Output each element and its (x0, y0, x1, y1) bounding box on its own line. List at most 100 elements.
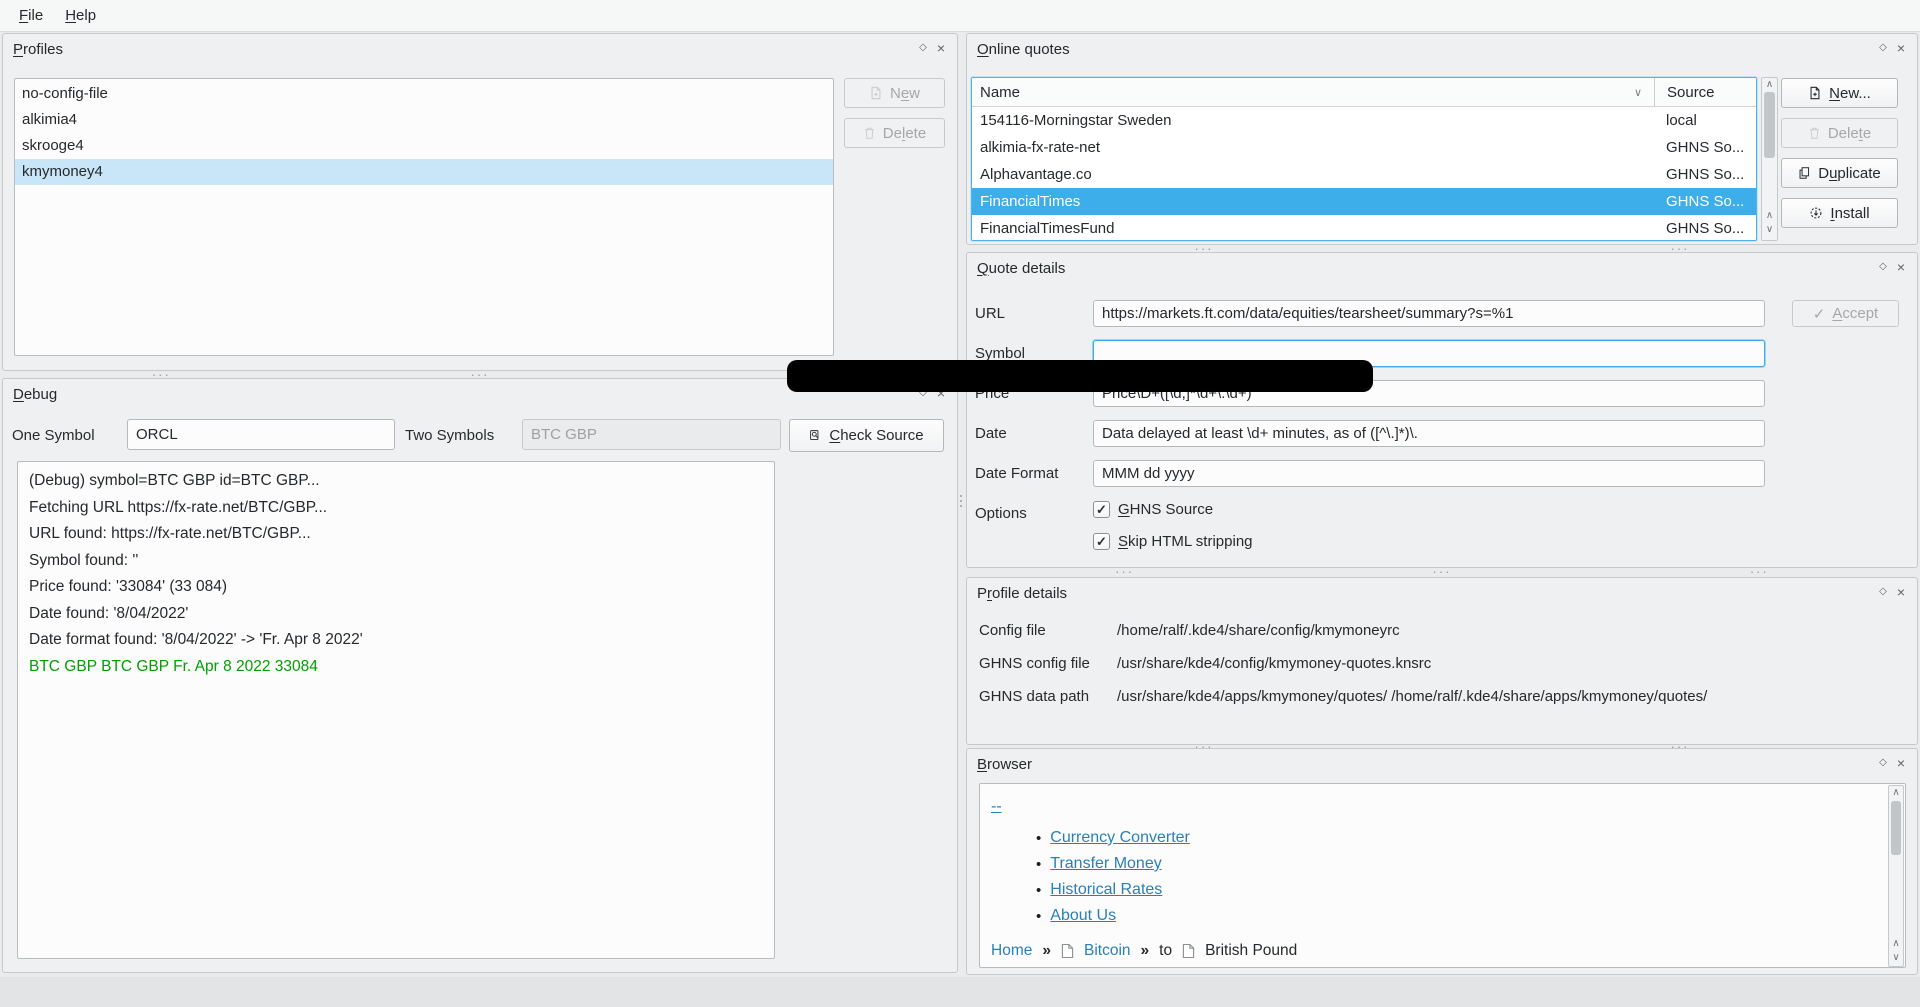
quote-source: GHNS So... (1654, 193, 1756, 210)
debug-output: (Debug) symbol=BTC GBP id=BTC GBP... Fet… (17, 461, 775, 959)
splitter-handle[interactable]: ········· (966, 568, 1918, 576)
list-item: • Historical Rates (1036, 881, 1162, 899)
float-panel-icon[interactable]: ◇ (1879, 756, 1887, 770)
chevron-up-icon[interactable]: ∧ (1762, 79, 1777, 91)
chevron-down-icon[interactable]: ∨ (1634, 86, 1642, 99)
home-link[interactable]: Home (991, 942, 1032, 960)
duplicate-icon (1798, 166, 1811, 180)
chevron-down-icon[interactable]: ∨ (1889, 952, 1903, 964)
close-panel-icon[interactable]: × (1897, 260, 1905, 274)
float-panel-icon[interactable]: ◇ (1879, 41, 1887, 55)
float-panel-icon[interactable]: ◇ (1879, 260, 1887, 274)
check-icon: ✓ (1813, 305, 1826, 323)
chevron-down-icon[interactable]: ∨ (1762, 224, 1777, 236)
bullet-icon: • (1036, 856, 1041, 873)
quotes-install-button[interactable]: Install (1781, 198, 1898, 228)
profiles-new-button: New (844, 78, 945, 108)
table-row[interactable]: Alphavantage.co GHNS So... (972, 161, 1756, 188)
date-regex-input[interactable] (1093, 420, 1765, 447)
historical-rates-link[interactable]: Historical Rates (1050, 881, 1162, 899)
debug-log-line: (Debug) symbol=BTC GBP id=BTC GBP... (29, 468, 763, 495)
close-panel-icon[interactable]: × (1897, 41, 1905, 55)
chevron-up-icon[interactable]: ∧ (1762, 210, 1777, 222)
ghns-data-path-label: GHNS data path (979, 688, 1089, 705)
profile-details-panel: Profile details ◇ × Config file /home/ra… (966, 577, 1918, 745)
table-scrollbar[interactable]: ∧ ∧ ∨ (1761, 77, 1778, 241)
skip-html-stripping-checkbox[interactable]: ✓ Skip HTML stripping (1093, 533, 1253, 550)
close-panel-icon[interactable]: × (1897, 585, 1905, 599)
check-source-button[interactable]: Check Source (789, 419, 944, 452)
table-row[interactable]: FinancialTimesFund GHNS So... (972, 215, 1756, 241)
list-item: • About Us (1036, 907, 1116, 925)
profile-list-item[interactable]: no-config-file (15, 81, 833, 107)
browser-scrollbar[interactable]: ∧ ∧ ∨ (1888, 785, 1904, 967)
browser-panel: Browser ◇ × -- • Currency Converter • Tr… (966, 748, 1918, 975)
breadcrumb: Home » Bitcoin » to British Pound (991, 942, 1297, 960)
close-panel-icon[interactable]: × (1897, 756, 1905, 770)
debug-log-line: Fetching URL https://fx-rate.net/BTC/GBP… (29, 495, 763, 522)
accept-button: ✓ Accept (1792, 300, 1899, 327)
quote-details-panel-title: Quote details (977, 260, 1065, 277)
bullet-icon: • (1036, 908, 1041, 925)
checkbox-check-icon: ✓ (1093, 501, 1110, 518)
profile-list-item-selected[interactable]: kmymoney4 (15, 159, 833, 185)
ghns-config-file-label: GHNS config file (979, 655, 1090, 672)
trash-icon (863, 126, 876, 140)
table-row[interactable]: alkimia-fx-rate-net GHNS So... (972, 134, 1756, 161)
quote-name: FinancialTimes (972, 193, 1654, 210)
ghns-config-file-value: /usr/share/kde4/config/kmymoney-quotes.k… (1117, 655, 1431, 672)
scrollbar-thumb[interactable] (1764, 92, 1775, 158)
column-header-name[interactable]: Name (972, 84, 1654, 101)
ghns-source-checkbox[interactable]: ✓ GHNS Source (1093, 501, 1213, 518)
column-header-source[interactable]: Source (1654, 78, 1756, 107)
float-panel-icon[interactable]: ◇ (919, 41, 927, 55)
debug-log-line: Date format found: '8/04/2022' -> 'Fr. A… (29, 627, 763, 654)
debug-log-line: Date found: '8/04/2022' (29, 601, 763, 628)
quotes-duplicate-button[interactable]: Duplicate (1781, 158, 1898, 188)
options-label: Options (975, 505, 1027, 522)
close-panel-icon[interactable]: × (937, 41, 945, 55)
about-us-link[interactable]: About Us (1050, 907, 1116, 925)
dashes-link[interactable]: -- (991, 798, 1002, 816)
trash-icon (1808, 126, 1821, 140)
quotes-table: Name ∨ Source 154116-Morningstar Sweden … (971, 77, 1757, 241)
new-document-icon (869, 86, 883, 100)
search-icon (809, 429, 822, 442)
date-format-label: Date Format (975, 465, 1058, 482)
debug-result-line: BTC GBP BTC GBP Fr. Apr 8 2022 33084 (29, 654, 763, 681)
app-window: File Help Profiles ◇ × no-config-file al… (0, 0, 1920, 1007)
profile-list-item[interactable]: skrooge4 (15, 133, 833, 159)
chevron-up-icon[interactable]: ∧ (1889, 787, 1903, 799)
menu-bar: File Help (0, 0, 1920, 32)
one-symbol-input[interactable] (127, 419, 395, 450)
list-item: • Currency Converter (1036, 829, 1190, 847)
debug-log-line: URL found: https://fx-rate.net/BTC/GBP..… (29, 521, 763, 548)
window-bottom-strip (0, 977, 1920, 1007)
menu-file[interactable]: File (10, 3, 52, 28)
quote-source: GHNS So... (1654, 220, 1756, 237)
table-row[interactable]: 154116-Morningstar Sweden local (972, 107, 1756, 134)
chevron-up-icon[interactable]: ∧ (1889, 938, 1903, 950)
float-panel-icon[interactable]: ◇ (1879, 585, 1887, 599)
profile-list-item[interactable]: alkimia4 (15, 107, 833, 133)
scrollbar-thumb[interactable] (1891, 801, 1901, 855)
bullet-icon: • (1036, 830, 1041, 847)
debug-log-line: Symbol found: '' (29, 548, 763, 575)
bitcoin-link[interactable]: Bitcoin (1084, 942, 1131, 960)
quotes-new-button[interactable]: New... (1781, 78, 1898, 108)
one-symbol-label: One Symbol (12, 427, 95, 444)
transfer-money-link[interactable]: Transfer Money (1050, 855, 1161, 873)
splitter-handle[interactable] (960, 495, 962, 497)
online-quotes-panel-title: Online quotes (977, 41, 1070, 58)
profiles-list: no-config-file alkimia4 skrooge4 kmymone… (14, 78, 834, 356)
config-file-value: /home/ralf/.kde4/share/config/kmymoneyrc (1117, 622, 1400, 639)
profiles-delete-button: Delete (844, 118, 945, 148)
quote-source: local (1654, 112, 1756, 129)
menu-help[interactable]: Help (56, 3, 105, 28)
table-row-selected[interactable]: FinancialTimes GHNS So... (972, 188, 1756, 215)
quote-source: GHNS So... (1654, 139, 1756, 156)
currency-converter-link[interactable]: Currency Converter (1050, 829, 1190, 847)
date-format-input[interactable] (1093, 460, 1765, 487)
url-input[interactable] (1093, 300, 1765, 327)
quotes-table-header[interactable]: Name ∨ Source (972, 78, 1756, 107)
